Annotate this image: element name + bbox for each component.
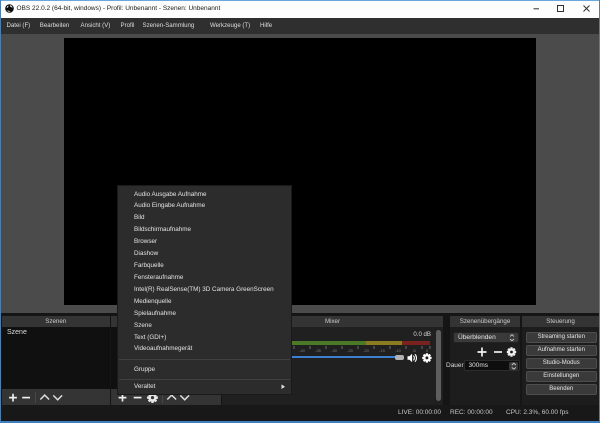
svg-text:-15: -15 xyxy=(379,348,386,352)
svg-text:-30: -30 xyxy=(331,348,338,352)
svg-text:-35: -35 xyxy=(315,348,322,352)
svg-text:-20: -20 xyxy=(363,348,370,352)
svg-text:-10: -10 xyxy=(395,348,402,352)
svg-text:-40: -40 xyxy=(299,348,306,352)
svg-text:0: 0 xyxy=(426,348,429,352)
svg-text:-5: -5 xyxy=(412,348,416,352)
svg-text:-25: -25 xyxy=(347,348,354,352)
